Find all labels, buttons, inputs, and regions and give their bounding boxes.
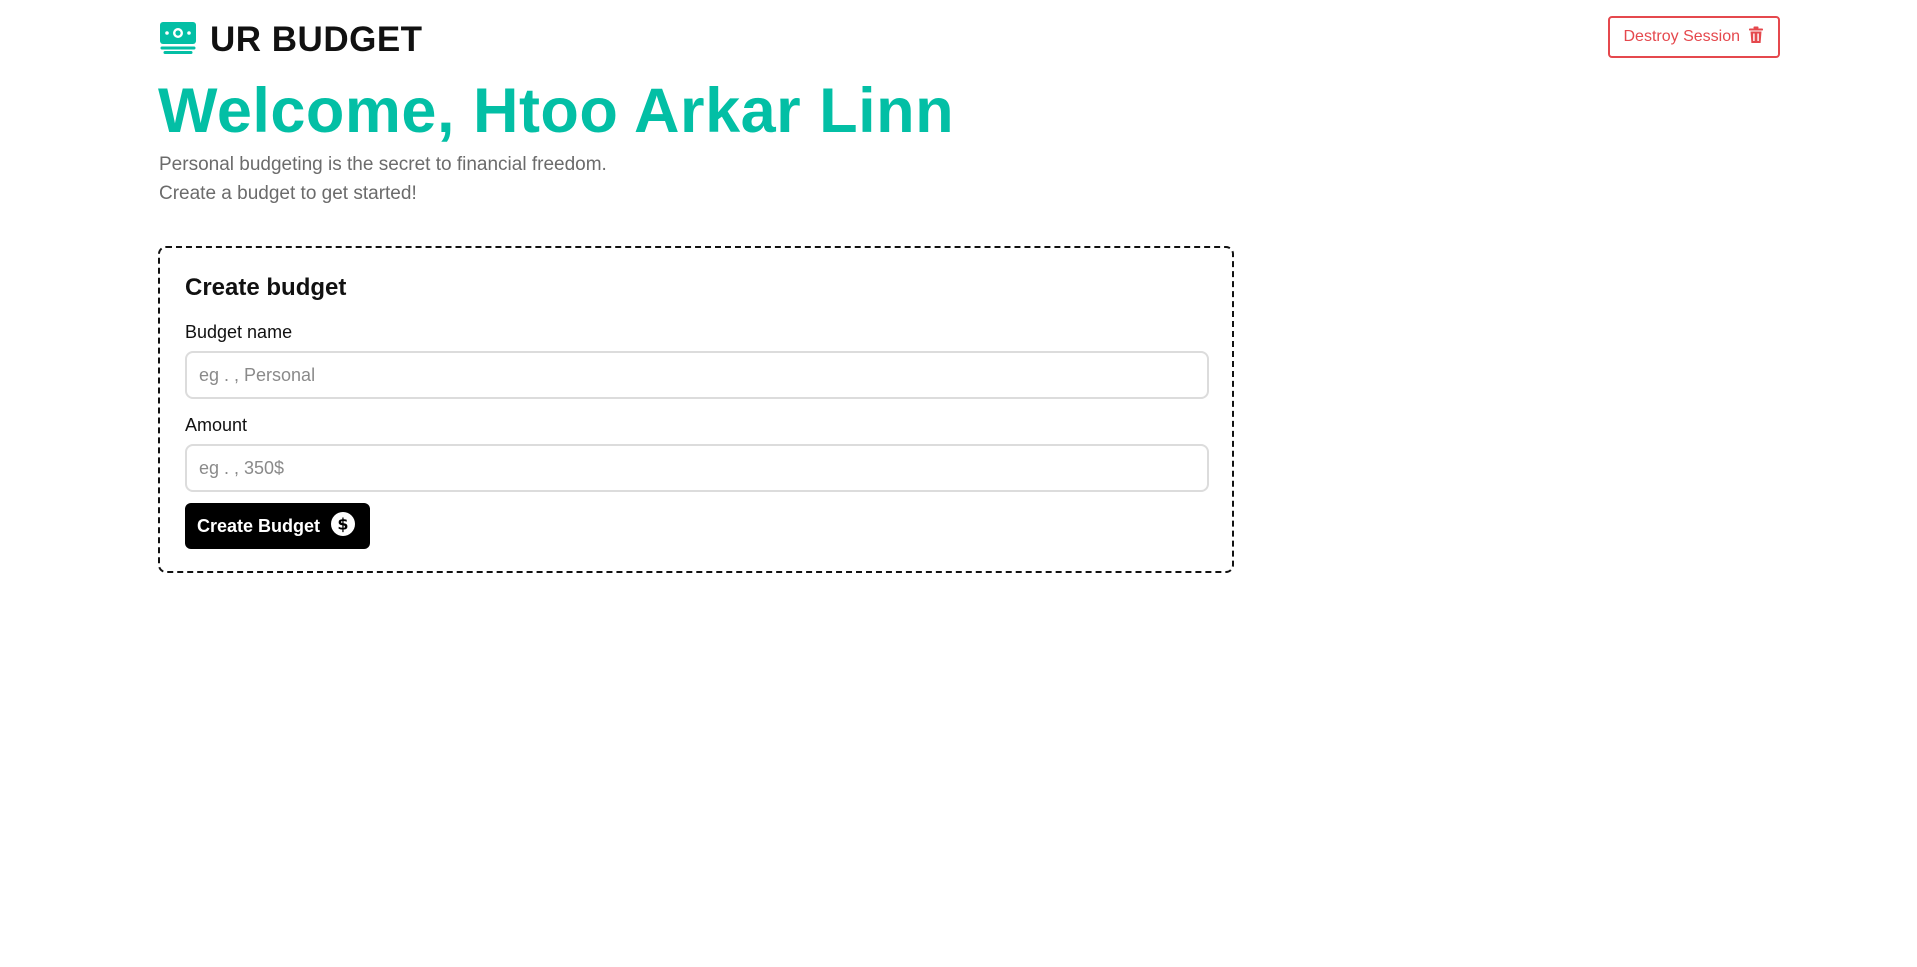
budget-name-input[interactable] <box>185 351 1209 399</box>
trash-icon <box>1748 26 1764 49</box>
amount-label: Amount <box>185 415 248 435</box>
subtitle-line-2: Create a budget to get started! <box>159 183 417 204</box>
destroy-session-button[interactable]: Destroy Session <box>1607 16 1780 58</box>
header: UR BUDGET Destroy Session <box>160 16 1780 64</box>
brand-home-link[interactable]: UR BUDGET <box>160 18 423 62</box>
budget-name-label: Budget name <box>185 322 293 342</box>
welcome-subtitle: Personal budgeting is the secret to fina… <box>159 150 607 208</box>
destroy-session-label: Destroy Session <box>1623 28 1741 45</box>
svg-text:$: $ <box>337 514 348 533</box>
welcome-heading: Welcome, Htoo Arkar Linn <box>158 76 955 146</box>
form-title: Create budget <box>185 274 347 301</box>
create-budget-label: Create Budget <box>197 515 321 536</box>
amount-input[interactable] <box>185 444 1209 492</box>
subtitle-line-1: Personal budgeting is the secret to fina… <box>159 154 607 175</box>
page: UR BUDGET Destroy Session Welcome, Htoo … <box>0 0 1917 967</box>
dollar-circle-icon: $ <box>330 511 356 542</box>
brand-name: UR BUDGET <box>210 20 423 59</box>
create-budget-button[interactable]: Create Budget $ <box>185 503 371 549</box>
cash-icon <box>160 21 210 59</box>
create-budget-form: Create budget Budget name Amount Create … <box>158 246 1234 573</box>
